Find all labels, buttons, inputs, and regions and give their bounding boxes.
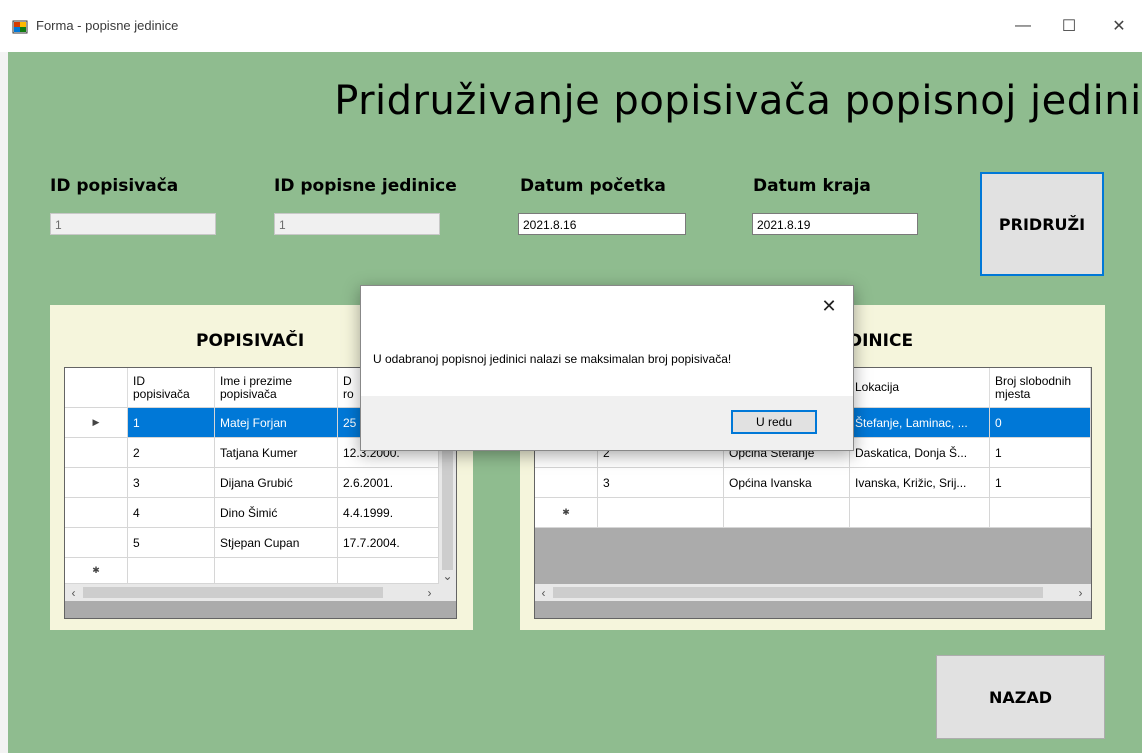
table-cell[interactable]: 0 bbox=[990, 408, 1091, 438]
label-id-popisivaca: ID popisivača bbox=[50, 176, 179, 196]
dialog-message: U odabranoj popisnoj jedinici nalazi se … bbox=[373, 352, 732, 366]
table-cell[interactable]: 3 bbox=[128, 468, 215, 498]
row-header[interactable] bbox=[65, 498, 128, 528]
label-datum-kraja: Datum kraja bbox=[753, 176, 871, 196]
window-title: Forma - popisne jedinice bbox=[36, 18, 179, 33]
table-cell[interactable] bbox=[724, 498, 850, 528]
table-cell[interactable] bbox=[338, 558, 439, 584]
table-cell[interactable]: Daskatica, Donja Š... bbox=[850, 438, 990, 468]
pridruzi-button[interactable]: PRIDRUŽI bbox=[980, 172, 1104, 276]
table-cell[interactable]: Općina Ivanska bbox=[724, 468, 850, 498]
row-header[interactable] bbox=[65, 468, 128, 498]
new-row-icon: ✱ bbox=[65, 558, 128, 584]
table-cell[interactable]: Štefanje, Laminac, ... bbox=[850, 408, 990, 438]
table-cell[interactable]: Tatjana Kumer bbox=[215, 438, 338, 468]
table-cell[interactable]: 1 bbox=[990, 438, 1091, 468]
table-cell[interactable] bbox=[598, 498, 724, 528]
horizontal-scrollbar[interactable]: ‹ › bbox=[535, 584, 1091, 601]
message-dialog: ✕ U odabranoj popisnoj jedinici nalazi s… bbox=[360, 285, 854, 451]
id-jedinice-field[interactable]: 1 bbox=[274, 213, 440, 235]
column-header-ime[interactable]: Ime i prezime popisivača bbox=[215, 368, 338, 408]
id-popisivaca-field[interactable]: 1 bbox=[50, 213, 216, 235]
label-datum-pocetka: Datum početka bbox=[520, 176, 666, 196]
column-header-lokacija[interactable]: Lokacija bbox=[850, 368, 990, 408]
table-cell[interactable] bbox=[215, 558, 338, 584]
row-header[interactable] bbox=[535, 468, 598, 498]
chevron-left-icon[interactable]: ‹ bbox=[65, 584, 82, 601]
table-cell[interactable]: 2.6.2001. bbox=[338, 468, 439, 498]
horizontal-scrollbar[interactable]: ‹ › bbox=[65, 584, 456, 601]
label-id-jedinice: ID popisne jedinice bbox=[274, 176, 457, 196]
table-row[interactable]: 5 Stjepan Cupan 17.7.2004. bbox=[65, 528, 439, 558]
nazad-button[interactable]: NAZAD bbox=[936, 655, 1105, 739]
table-row[interactable]: 3 Općina Ivanska Ivanska, Križic, Srij..… bbox=[535, 468, 1091, 498]
table-row[interactable]: 4 Dino Šimić 4.4.1999. bbox=[65, 498, 439, 528]
table-cell[interactable]: 3 bbox=[598, 468, 724, 498]
table-cell[interactable]: 1 bbox=[990, 468, 1091, 498]
close-window-button[interactable]: ✕ bbox=[1096, 10, 1142, 42]
table-row[interactable]: 3 Dijana Grubić 2.6.2001. bbox=[65, 468, 439, 498]
table-cell[interactable] bbox=[850, 498, 990, 528]
current-row-icon: ▶ bbox=[65, 408, 128, 438]
table-cell[interactable] bbox=[128, 558, 215, 584]
page-heading: Pridruživanje popisivača popisnoj jedini… bbox=[8, 78, 1142, 124]
app-icon bbox=[12, 20, 28, 34]
row-header-corner bbox=[65, 368, 128, 408]
chevron-right-icon[interactable]: › bbox=[421, 584, 438, 601]
table-cell[interactable]: 4 bbox=[128, 498, 215, 528]
row-header[interactable] bbox=[65, 438, 128, 468]
table-cell[interactable] bbox=[990, 498, 1091, 528]
table-cell[interactable]: Matej Forjan bbox=[215, 408, 338, 438]
dialog-footer: U redu bbox=[361, 396, 853, 450]
page-title: Pridruživanje popisivača popisnoj jedini… bbox=[334, 78, 1142, 124]
table-cell[interactable]: Dino Šimić bbox=[215, 498, 338, 528]
dialog-close-button[interactable]: ✕ bbox=[817, 294, 841, 318]
datum-kraja-field[interactable]: 2021.8.19 bbox=[752, 213, 918, 235]
jedinice-title: DINICE bbox=[848, 331, 914, 351]
minimize-button[interactable]: — bbox=[1000, 10, 1046, 42]
window-edge bbox=[0, 52, 8, 753]
chevron-down-icon[interactable]: ⌄ bbox=[439, 567, 456, 584]
table-cell[interactable]: Stjepan Cupan bbox=[215, 528, 338, 558]
row-header[interactable] bbox=[65, 528, 128, 558]
chevron-right-icon[interactable]: › bbox=[1072, 584, 1089, 601]
maximize-button[interactable]: ☐ bbox=[1046, 10, 1092, 42]
table-cell[interactable]: 2 bbox=[128, 438, 215, 468]
datum-pocetka-field[interactable]: 2021.8.16 bbox=[518, 213, 686, 235]
new-row[interactable]: ✱ bbox=[535, 498, 1091, 528]
new-row-icon: ✱ bbox=[535, 498, 598, 528]
table-cell[interactable]: 4.4.1999. bbox=[338, 498, 439, 528]
new-row[interactable]: ✱ bbox=[65, 558, 439, 584]
title-bar: Forma - popisne jedinice — ☐ ✕ bbox=[0, 0, 1142, 52]
table-cell[interactable]: 1 bbox=[128, 408, 215, 438]
popisivaci-title: POPISIVAČI bbox=[196, 331, 305, 351]
column-header-id[interactable]: ID popisivača bbox=[128, 368, 215, 408]
table-cell[interactable]: Ivanska, Križic, Srij... bbox=[850, 468, 990, 498]
horizontal-scroll-thumb[interactable] bbox=[553, 587, 1043, 598]
column-header-broj-mjesta[interactable]: Broj slobodnih mjesta bbox=[990, 368, 1091, 408]
ok-button[interactable]: U redu bbox=[731, 410, 817, 434]
chevron-left-icon[interactable]: ‹ bbox=[535, 584, 552, 601]
table-cell[interactable]: 5 bbox=[128, 528, 215, 558]
table-cell[interactable]: 17.7.2004. bbox=[338, 528, 439, 558]
table-cell[interactable]: Dijana Grubić bbox=[215, 468, 338, 498]
horizontal-scroll-thumb[interactable] bbox=[83, 587, 383, 598]
